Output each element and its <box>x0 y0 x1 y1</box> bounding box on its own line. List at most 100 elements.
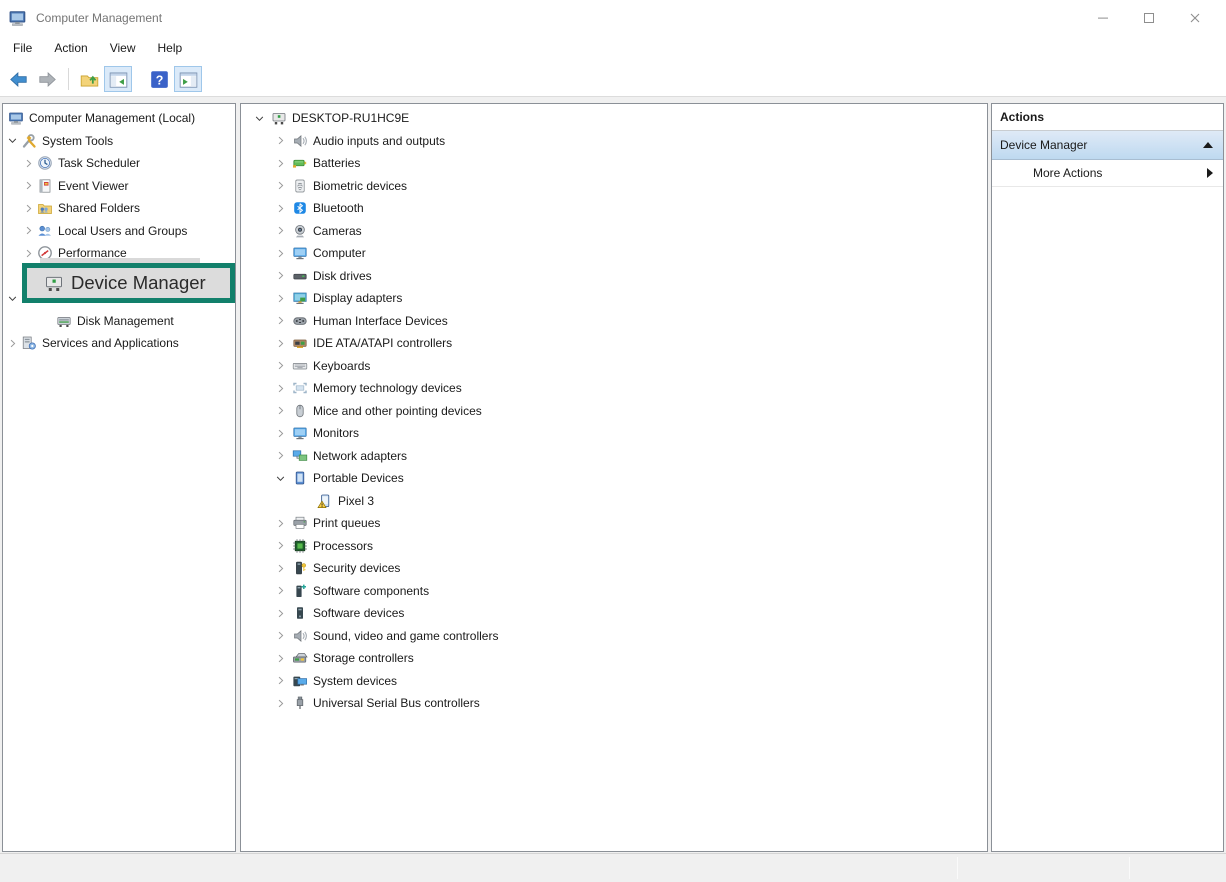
tree-item-ide-ata-atapi-controllers[interactable]: IDE ATA/ATAPI controllers <box>241 332 987 355</box>
tree-item-software-devices[interactable]: Software devices <box>241 602 987 625</box>
tree-item-pixel-3[interactable]: Pixel 3 <box>241 490 987 513</box>
show-hide-console-tree-button[interactable] <box>104 66 132 92</box>
tree-item-computer-management-local[interactable]: Computer Management (Local) <box>3 107 235 130</box>
tree-item-label: System Tools <box>42 134 113 148</box>
menu-action[interactable]: Action <box>43 36 98 61</box>
chevron-right-icon[interactable] <box>272 247 288 260</box>
tree-item-services-and-applications[interactable]: Services and Applications <box>3 332 235 355</box>
tree-item-desktop-ru1hc9e[interactable]: DESKTOP-RU1HC9E <box>241 107 987 130</box>
tree-item-portable-devices[interactable]: Portable Devices <box>241 467 987 490</box>
chevron-right-icon <box>274 337 287 350</box>
chevron-up-icon[interactable] <box>1203 142 1213 148</box>
forward-button[interactable] <box>33 66 61 92</box>
tree-item-network-adapters[interactable]: Network adapters <box>241 445 987 468</box>
tree-item-event-viewer[interactable]: Event Viewer <box>3 175 235 198</box>
chevron-right-icon[interactable] <box>272 134 288 147</box>
minimize-button[interactable] <box>1080 0 1126 35</box>
tree-item-mice-and-other-pointing-devices[interactable]: Mice and other pointing devices <box>241 400 987 423</box>
printer-icon <box>292 515 308 531</box>
fingerprint-icon <box>292 178 308 194</box>
chevron-down-icon[interactable] <box>251 112 267 125</box>
tree-item-processors[interactable]: Processors <box>241 535 987 558</box>
chevron-right-icon[interactable] <box>272 292 288 305</box>
chevron-right-icon[interactable] <box>21 224 35 237</box>
tree-item-batteries[interactable]: Batteries <box>241 152 987 175</box>
chevron-down-icon[interactable] <box>5 292 19 305</box>
menu-file[interactable]: File <box>2 36 43 61</box>
tree-item-monitors[interactable]: Monitors <box>241 422 987 445</box>
tree-item-keyboards[interactable]: Keyboards <box>241 355 987 378</box>
chevron-right-icon[interactable] <box>272 652 288 665</box>
tree-item-human-interface-devices[interactable]: Human Interface Devices <box>241 310 987 333</box>
chevron-right-icon[interactable] <box>272 427 288 440</box>
network-adapter-icon <box>292 448 308 464</box>
chevron-right-icon <box>6 337 19 350</box>
tree-item-disk-drives[interactable]: Disk drives <box>241 265 987 288</box>
chevron-down-icon <box>6 134 19 147</box>
tree-item-task-scheduler[interactable]: Task Scheduler <box>3 152 235 175</box>
chevron-right-icon[interactable] <box>21 202 35 215</box>
chevron-right-icon[interactable] <box>272 382 288 395</box>
menu-view[interactable]: View <box>99 36 147 61</box>
actions-group-device-manager[interactable]: Device Manager <box>992 131 1223 160</box>
tree-item-bluetooth[interactable]: Bluetooth <box>241 197 987 220</box>
chevron-right-icon[interactable] <box>272 224 288 237</box>
menu-help[interactable]: Help <box>147 36 194 61</box>
back-button[interactable] <box>4 66 32 92</box>
chevron-right-icon[interactable] <box>272 629 288 642</box>
chevron-right-icon[interactable] <box>272 314 288 327</box>
chevron-right-icon[interactable] <box>272 179 288 192</box>
status-bar-divider <box>957 857 958 879</box>
chevron-down-icon[interactable] <box>272 472 288 485</box>
tree-item-local-users-and-groups[interactable]: Local Users and Groups <box>3 220 235 243</box>
chevron-right-icon[interactable] <box>272 517 288 530</box>
chevron-right-icon[interactable] <box>21 157 35 170</box>
tree-item-label: Audio inputs and outputs <box>313 134 445 148</box>
up-one-level-button[interactable] <box>75 66 103 92</box>
tree-item-disk-management[interactable]: Disk Management <box>3 310 235 333</box>
chevron-right-icon[interactable] <box>272 404 288 417</box>
chevron-right-icon[interactable] <box>21 247 35 260</box>
chevron-right-icon[interactable] <box>272 157 288 170</box>
chevron-right-icon[interactable] <box>272 674 288 687</box>
tree-item-universal-serial-bus-controllers[interactable]: Universal Serial Bus controllers <box>241 692 987 715</box>
chevron-right-icon[interactable] <box>21 179 35 192</box>
chevron-down-icon[interactable] <box>5 134 19 147</box>
tree-item-system-devices[interactable]: System devices <box>241 670 987 693</box>
show-hide-action-pane-button[interactable] <box>174 66 202 92</box>
tree-item-memory-technology-devices[interactable]: Memory technology devices <box>241 377 987 400</box>
tree-item-display-adapters[interactable]: Display adapters <box>241 287 987 310</box>
tree-item-label: Shared Folders <box>58 201 140 215</box>
device-manager-highlight-annotation[interactable]: Device Manager <box>22 263 235 303</box>
tree-item-cameras[interactable]: Cameras <box>241 220 987 243</box>
tree-item-audio-inputs-and-outputs[interactable]: Audio inputs and outputs <box>241 130 987 153</box>
tree-item-shared-folders[interactable]: Shared Folders <box>3 197 235 220</box>
chevron-right-icon[interactable] <box>272 359 288 372</box>
chevron-right-icon[interactable] <box>272 269 288 282</box>
chevron-right-icon[interactable] <box>272 607 288 620</box>
more-actions-item[interactable]: More Actions <box>992 160 1223 187</box>
help-button[interactable]: ? <box>145 66 173 92</box>
tree-item-biometric-devices[interactable]: Biometric devices <box>241 175 987 198</box>
chevron-right-icon[interactable] <box>272 449 288 462</box>
tree-item-sound-video-and-game-controllers[interactable]: Sound, video and game controllers <box>241 625 987 648</box>
tree-item-print-queues[interactable]: Print queues <box>241 512 987 535</box>
tree-item-computer[interactable]: Computer <box>241 242 987 265</box>
chevron-down-icon <box>274 472 287 485</box>
tree-item-system-tools[interactable]: System Tools <box>3 130 235 153</box>
chevron-right-icon[interactable] <box>272 562 288 575</box>
chevron-right-icon[interactable] <box>272 697 288 710</box>
tree-item-software-components[interactable]: Software components <box>241 580 987 603</box>
close-button[interactable] <box>1172 0 1218 35</box>
help-icon: ? <box>150 70 169 89</box>
chevron-right-icon[interactable] <box>272 539 288 552</box>
chevron-right-icon[interactable] <box>272 584 288 597</box>
maximize-button[interactable] <box>1126 0 1172 35</box>
chevron-right-icon[interactable] <box>272 337 288 350</box>
tree-item-security-devices[interactable]: Security devices <box>241 557 987 580</box>
chevron-right-icon[interactable] <box>272 202 288 215</box>
chevron-right-icon[interactable] <box>5 337 19 350</box>
tree-item-storage-controllers[interactable]: Storage controllers <box>241 647 987 670</box>
tree-item-label: Human Interface Devices <box>313 314 448 328</box>
ide-controller-icon <box>292 335 308 351</box>
